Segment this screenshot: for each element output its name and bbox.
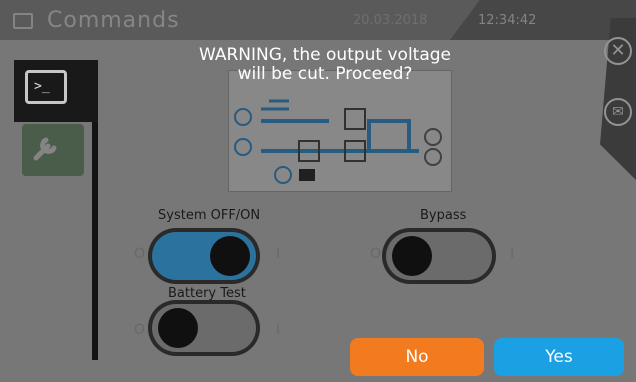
warning-line-1: WARNING, the output voltage	[198, 45, 452, 65]
warning-line-2: will be cut. Proceed?	[237, 64, 413, 84]
ups-screen: Commands 20.03.2018 12:34:42 ✕ ✉ >_ Syst…	[0, 0, 636, 382]
warning-message: WARNING, the output voltage will be cut.…	[120, 46, 530, 84]
yes-button[interactable]: Yes	[494, 338, 624, 376]
no-button[interactable]: No	[350, 338, 484, 376]
